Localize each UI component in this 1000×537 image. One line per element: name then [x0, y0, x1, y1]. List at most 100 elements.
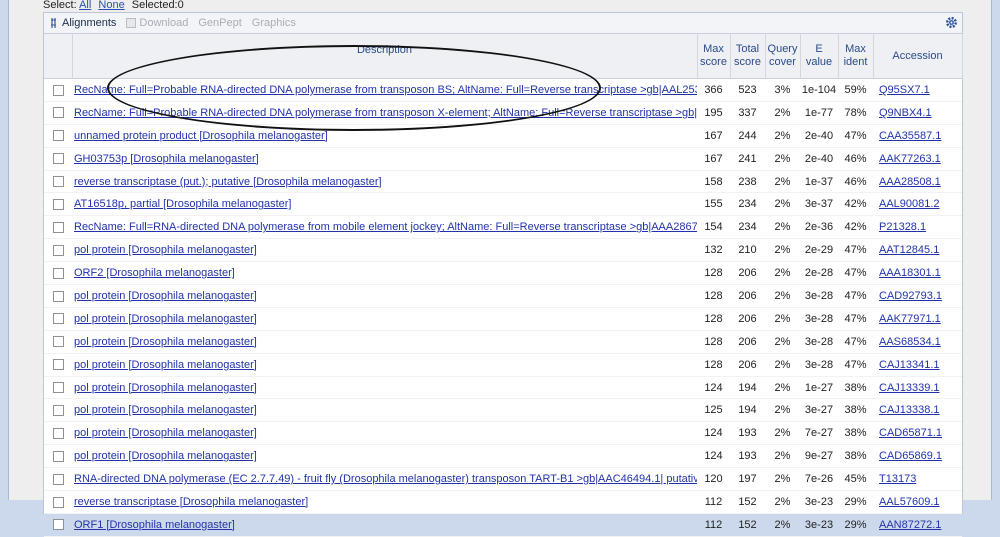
- accession-link[interactable]: AAK77263.1: [873, 153, 941, 165]
- description-link[interactable]: RNA-directed DNA polymerase (EC 2.7.7.49…: [72, 473, 697, 485]
- description-link[interactable]: pol protein [Drosophila melanogaster]: [72, 336, 697, 348]
- description-link[interactable]: AT16518p, partial [Drosophila melanogast…: [72, 198, 697, 210]
- row-select-cell: [44, 170, 72, 194]
- max-score-cell: 195: [697, 101, 730, 125]
- query-cover-cell: 2%: [765, 170, 800, 194]
- accession-link[interactable]: AAL57609.1: [873, 496, 940, 508]
- table-row: unnamed protein product [Drosophila mela…: [44, 124, 962, 148]
- accession-link[interactable]: CAJ13338.1: [873, 404, 940, 416]
- graphics-link[interactable]: Graphics: [252, 17, 296, 29]
- accession-link[interactable]: Q95SX7.1: [873, 84, 930, 96]
- row-checkbox[interactable]: [52, 267, 64, 279]
- e-value-cell: 3e-28: [800, 353, 838, 377]
- description-link[interactable]: RecName: Full=Probable RNA-directed DNA …: [72, 84, 697, 96]
- description-link[interactable]: reverse transcriptase (put.); putative […: [72, 176, 697, 188]
- download-label: Download: [139, 17, 189, 29]
- description-link[interactable]: RecName: Full=Probable RNA-directed DNA …: [72, 107, 697, 119]
- download-button[interactable]: Download: [126, 17, 188, 29]
- header-select-column: [44, 34, 73, 79]
- accession-link[interactable]: AAK77971.1: [873, 313, 941, 325]
- description-link[interactable]: pol protein [Drosophila melanogaster]: [72, 290, 697, 302]
- e-value-cell: 2e-36: [800, 215, 838, 240]
- accession-link[interactable]: AAA28508.1: [873, 176, 941, 188]
- query-cover-cell: 2%: [765, 284, 800, 308]
- description-link[interactable]: ORF1 [Drosophila melanogaster]: [72, 519, 697, 531]
- max-score-cell: 124: [697, 376, 730, 400]
- description-link[interactable]: pol protein [Drosophila melanogaster]: [72, 359, 697, 371]
- genpept-link[interactable]: GenPept: [198, 17, 241, 29]
- accession-link[interactable]: T13173: [873, 473, 916, 485]
- header-query-cover[interactable]: Query cover: [765, 34, 801, 79]
- header-e-value[interactable]: Evalue: [800, 34, 839, 79]
- row-checkbox[interactable]: [52, 84, 64, 96]
- description-link[interactable]: pol protein [Drosophila melanogaster]: [72, 427, 697, 439]
- accession-link[interactable]: CAJ13339.1: [873, 382, 940, 394]
- row-checkbox[interactable]: [52, 290, 64, 302]
- row-checkbox[interactable]: [52, 473, 64, 485]
- alignments-button[interactable]: Alignments: [50, 17, 116, 29]
- header-description[interactable]: Description: [72, 34, 698, 79]
- row-checkbox[interactable]: [52, 359, 64, 371]
- accession-link[interactable]: Q9NBX4.1: [873, 107, 932, 119]
- row-checkbox[interactable]: [52, 313, 64, 325]
- row-checkbox[interactable]: [52, 427, 64, 439]
- header-total-score[interactable]: Total score: [730, 34, 766, 79]
- row-select-cell: [44, 307, 72, 331]
- description-link[interactable]: pol protein [Drosophila melanogaster]: [72, 450, 697, 462]
- header-max-ident[interactable]: Max ident: [838, 34, 874, 79]
- table-row: AT16518p, partial [Drosophila melanogast…: [44, 192, 962, 217]
- row-checkbox[interactable]: [52, 519, 64, 531]
- row-checkbox[interactable]: [52, 153, 64, 165]
- e-value-cell: 1e-104: [800, 78, 838, 102]
- row-checkbox[interactable]: [52, 221, 64, 233]
- row-checkbox[interactable]: [52, 496, 64, 508]
- table-row: pol protein [Drosophila melanogaster] 128…: [44, 353, 962, 377]
- row-select-cell: [44, 444, 72, 469]
- accession-link[interactable]: CAJ13341.1: [873, 359, 940, 371]
- description-cell: pol protein [Drosophila melanogaster]: [72, 353, 697, 377]
- row-checkbox[interactable]: [52, 336, 64, 348]
- accession-link[interactable]: AAA18301.1: [873, 267, 941, 279]
- select-all-link[interactable]: All: [79, 0, 91, 11]
- description-link[interactable]: unnamed protein product [Drosophila mela…: [72, 130, 697, 142]
- accession-link[interactable]: CAD92793.1: [873, 290, 942, 302]
- accession-link[interactable]: AAL90081.2: [873, 198, 940, 210]
- description-link[interactable]: pol protein [Drosophila melanogaster]: [72, 404, 697, 416]
- select-none-link[interactable]: None: [98, 0, 124, 11]
- row-checkbox[interactable]: [52, 405, 64, 416]
- gear-icon[interactable]: [945, 16, 958, 29]
- accession-link[interactable]: P21328.1: [873, 221, 926, 233]
- row-checkbox[interactable]: [52, 107, 64, 119]
- accession-link[interactable]: CAD65871.1: [873, 427, 942, 439]
- accession-link[interactable]: AAN87272.1: [873, 519, 941, 531]
- row-checkbox[interactable]: [52, 198, 64, 210]
- accession-link[interactable]: AAT12845.1: [873, 244, 939, 256]
- row-select-cell: [44, 353, 72, 377]
- row-checkbox[interactable]: [52, 450, 64, 462]
- accession-link[interactable]: CAA35587.1: [873, 130, 941, 142]
- accession-link[interactable]: AAS68534.1: [873, 336, 941, 348]
- description-link[interactable]: pol protein [Drosophila melanogaster]: [72, 382, 697, 394]
- row-checkbox[interactable]: [52, 244, 64, 256]
- description-link[interactable]: RecName: Full=RNA-directed DNA polymeras…: [72, 221, 697, 233]
- table-row: ORF1 [Drosophila melanogaster] 112 152 2% 3e…: [44, 513, 962, 537]
- description-cell: ORF2 [Drosophila melanogaster]: [72, 261, 697, 286]
- accession-link[interactable]: CAD65869.1: [873, 450, 942, 462]
- description-link[interactable]: pol protein [Drosophila melanogaster]: [72, 244, 697, 256]
- header-max-ident-line1: Max: [845, 43, 866, 55]
- row-checkbox[interactable]: [52, 130, 64, 142]
- results-toolbar: Alignments Download GenPept Graphics: [44, 13, 962, 34]
- table-row: pol protein [Drosophila melanogaster] 128…: [44, 284, 962, 308]
- description-link[interactable]: reverse transcriptase [Drosophila melano…: [72, 496, 697, 508]
- description-cell: GH03753p [Drosophila melanogaster]: [72, 147, 697, 171]
- total-score-cell: 206: [730, 330, 765, 354]
- header-accession[interactable]: Accession: [873, 34, 963, 79]
- description-link[interactable]: ORF2 [Drosophila melanogaster]: [72, 267, 697, 279]
- description-link[interactable]: pol protein [Drosophila melanogaster]: [72, 313, 697, 325]
- row-checkbox[interactable]: [52, 382, 64, 394]
- row-checkbox[interactable]: [52, 176, 64, 188]
- accession-cell: AAN87272.1: [873, 513, 962, 537]
- max-ident-cell: 47%: [838, 330, 873, 354]
- header-max-score[interactable]: Max score: [697, 34, 731, 79]
- description-link[interactable]: GH03753p [Drosophila melanogaster]: [72, 153, 697, 165]
